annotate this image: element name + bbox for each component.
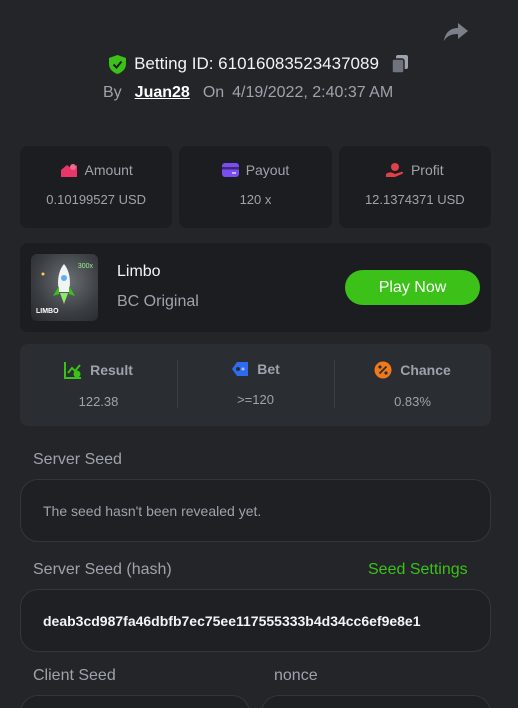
by-label: By [103, 84, 122, 101]
seed-settings-link[interactable]: Seed Settings [368, 561, 468, 579]
amount-value: 0.10199527 USD [46, 192, 147, 207]
result-label: Result [90, 362, 133, 378]
chance-label: Chance [400, 362, 451, 378]
username-link[interactable]: Juan28 [135, 84, 190, 102]
amount-card: Amount 0.10199527 USD [20, 146, 173, 228]
chart-check-icon [64, 362, 82, 379]
percent-icon [374, 361, 392, 379]
profit-icon [385, 163, 404, 177]
wallet-icon [221, 163, 239, 177]
profit-label: Profit [410, 162, 444, 178]
result-value: 122.38 [78, 394, 119, 409]
tag-icon [232, 362, 249, 376]
amount-label: Amount [84, 162, 133, 178]
game-subtitle: BC Original [117, 293, 199, 310]
game-title: Limbo [117, 263, 161, 280]
result-panel: Result 122.38 Bet >=120 Chance 0.83% [20, 344, 491, 426]
on-label: On [202, 84, 225, 101]
server-seed-label: Server Seed [33, 451, 122, 468]
game-thumbnail[interactable]: 300x LIMBO [31, 254, 98, 321]
server-seed-hash-label: Server Seed (hash) [33, 561, 172, 578]
payout-card: Payout 120 x [179, 146, 332, 228]
copy-icon[interactable] [391, 54, 409, 74]
bet-meta-row: By Juan28 On 4/19/2022, 2:40:37 AM [103, 84, 393, 102]
betting-id-row: Betting ID: 61016083523437089 [0, 54, 518, 74]
game-card: 300x LIMBO Limbo BC Original Play Now [20, 243, 491, 332]
chance-value: 0.83% [394, 394, 431, 409]
shield-check-icon [109, 54, 127, 74]
share-icon[interactable] [442, 20, 470, 44]
payout-value: 120 x [239, 192, 272, 207]
play-now-button[interactable]: Play Now [345, 270, 480, 305]
result-column: Result 122.38 [20, 344, 177, 426]
nonce-label: nonce [274, 667, 318, 684]
bet-label: Bet [257, 361, 280, 377]
bet-date: 4/19/2022, 2:40:37 AM [232, 84, 394, 101]
payout-label: Payout [245, 162, 290, 178]
bet-column: Bet >=120 [177, 344, 334, 426]
nonce-field[interactable] [261, 695, 491, 708]
profit-card: Profit 12.1374371 USD [338, 146, 491, 228]
server-seed-field[interactable]: The seed hasn't been revealed yet. [20, 479, 491, 542]
stats-row: Amount 0.10199527 USD Payout 120 x Profi… [20, 146, 491, 228]
chance-column: Chance 0.83% [334, 344, 491, 426]
thumbnail-multiplier: 300x [77, 263, 93, 270]
bet-value: >=120 [237, 392, 274, 407]
server-seed-hash-field[interactable]: deab3cd987fa46dbfb7ec75ee117555333b4d34c… [20, 589, 491, 652]
betting-id-text: Betting ID: 61016083523437089 [134, 54, 379, 73]
server-seed-value: The seed hasn't been revealed yet. [43, 502, 262, 519]
client-seed-field[interactable] [20, 695, 250, 708]
thumbnail-label: LIMBO [36, 308, 59, 315]
amount-icon [60, 164, 77, 177]
server-seed-hash-value: deab3cd987fa46dbfb7ec75ee117555333b4d34c… [43, 612, 421, 629]
profit-value: 12.1374371 USD [364, 192, 465, 207]
client-seed-label: Client Seed [33, 667, 116, 684]
